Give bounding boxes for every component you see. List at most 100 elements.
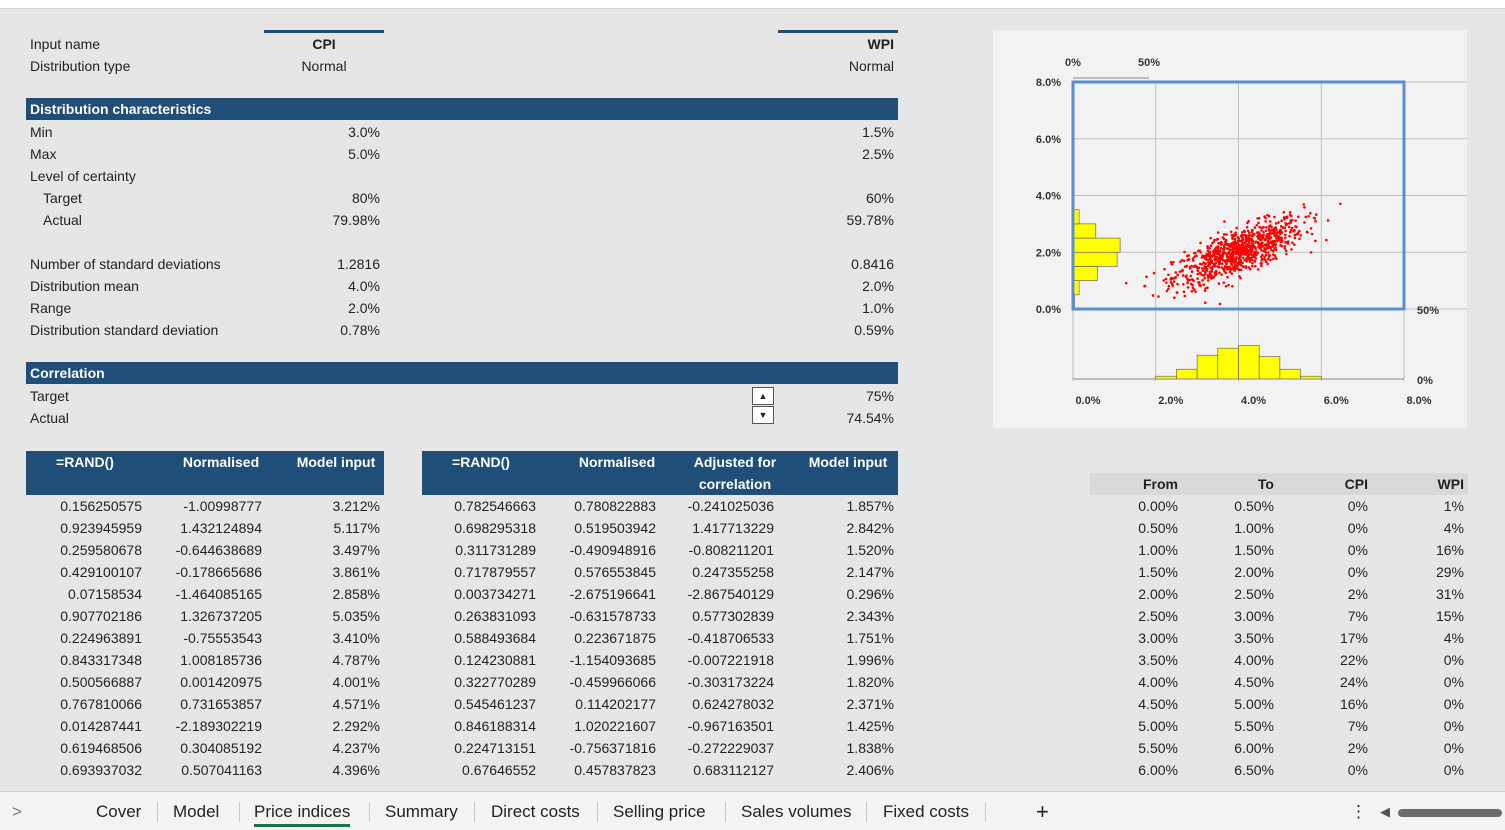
cpi-normalised-cell[interactable]: 0.507041163 [146, 759, 262, 781]
wpi-model-input-cell[interactable]: 1.996% [778, 649, 894, 671]
freq-to-cell[interactable]: 1.50% [1180, 539, 1274, 561]
wpi-normalised-cell[interactable]: -1.154093685 [540, 649, 656, 671]
freq-wpi-cell[interactable]: 0% [1370, 671, 1464, 693]
cpi-rand-cell[interactable]: 0.07158534 [26, 583, 142, 605]
cpi-rand-cell[interactable]: 0.014287441 [26, 715, 142, 737]
wpi-rand-cell[interactable]: 0.698295318 [420, 517, 536, 539]
cpi-model-input-cell[interactable]: 3.497% [264, 539, 380, 561]
cpi-rand-cell[interactable]: 0.429100107 [26, 561, 142, 583]
freq-cpi-cell[interactable]: 2% [1276, 583, 1368, 605]
tab-sales-volumes[interactable]: Sales volumes [741, 800, 852, 824]
cpi-rand-cell[interactable]: 0.693937032 [26, 759, 142, 781]
wpi-rand-cell[interactable]: 0.846188314 [420, 715, 536, 737]
wpi-model-input-cell[interactable]: 1.820% [778, 671, 894, 693]
cpi-rand-cell[interactable]: 0.907702186 [26, 605, 142, 627]
freq-to-cell[interactable]: 3.00% [1180, 605, 1274, 627]
freq-to-cell[interactable]: 4.00% [1180, 649, 1274, 671]
freq-from-cell[interactable]: 4.50% [1090, 693, 1178, 715]
wpi-nsd[interactable]: 0.8416 [778, 253, 894, 275]
cpi-rand-cell[interactable]: 0.923945959 [26, 517, 142, 539]
tab-model[interactable]: Model [173, 800, 219, 824]
wpi-normalised-cell[interactable]: -0.631578733 [540, 605, 656, 627]
spin-up-button[interactable]: ▲ [752, 387, 774, 405]
cpi-min[interactable]: 3.0% [264, 121, 380, 143]
tab-direct-costs[interactable]: Direct costs [491, 800, 580, 824]
freq-from-cell[interactable]: 5.50% [1090, 737, 1178, 759]
wpi-adjusted-cell[interactable]: -0.007221918 [658, 649, 774, 671]
cpi-model-input-cell[interactable]: 4.787% [264, 649, 380, 671]
wpi-adjusted-cell[interactable]: 0.577302839 [658, 605, 774, 627]
cpi-range[interactable]: 2.0% [264, 297, 380, 319]
freq-from-cell[interactable]: 4.00% [1090, 671, 1178, 693]
cpi-normalised-cell[interactable]: -1.00998777 [146, 495, 262, 517]
wpi-model-input-cell[interactable]: 1.838% [778, 737, 894, 759]
wpi-normalised-cell[interactable]: 0.114202177 [540, 693, 656, 715]
wpi-adjusted-cell[interactable]: 0.247355258 [658, 561, 774, 583]
freq-cpi-cell[interactable]: 0% [1276, 539, 1368, 561]
cpi-max[interactable]: 5.0% [264, 143, 380, 165]
cpi-normalised-cell[interactable]: 1.326737205 [146, 605, 262, 627]
wpi-model-input-cell[interactable]: 1.425% [778, 715, 894, 737]
wpi-mean[interactable]: 2.0% [778, 275, 894, 297]
cpi-model-input-cell[interactable]: 3.212% [264, 495, 380, 517]
freq-to-cell[interactable]: 4.50% [1180, 671, 1274, 693]
cpi-rand-cell[interactable]: 0.767810066 [26, 693, 142, 715]
cpi-target[interactable]: 80% [264, 187, 380, 209]
wpi-normalised-cell[interactable]: -0.490948916 [540, 539, 656, 561]
wpi-adjusted-cell[interactable]: 1.417713229 [658, 517, 774, 539]
wpi-model-input-cell[interactable]: 2.147% [778, 561, 894, 583]
cpi-normalised-cell[interactable]: -0.644638689 [146, 539, 262, 561]
freq-wpi-cell[interactable]: 0% [1370, 759, 1464, 781]
tab-price-indices[interactable]: Price indices [254, 800, 351, 827]
freq-from-cell[interactable]: 3.00% [1090, 627, 1178, 649]
wpi-normalised-cell[interactable]: 0.223671875 [540, 627, 656, 649]
freq-to-cell[interactable]: 5.50% [1180, 715, 1274, 737]
wpi-normalised-cell[interactable]: -0.459966066 [540, 671, 656, 693]
wpi-target[interactable]: 60% [778, 187, 894, 209]
wpi-model-input-cell[interactable]: 2.371% [778, 693, 894, 715]
cpi-normalised-cell[interactable]: -1.464085165 [146, 583, 262, 605]
wpi-model-input-cell[interactable]: 2.406% [778, 759, 894, 781]
wpi-normalised-cell[interactable]: 0.576553845 [540, 561, 656, 583]
correlation-target[interactable]: 75% [778, 385, 894, 407]
freq-wpi-cell[interactable]: 31% [1370, 583, 1464, 605]
wpi-adjusted-cell[interactable]: -0.808211201 [658, 539, 774, 561]
wpi-normalised-cell[interactable]: -2.675196641 [540, 583, 656, 605]
freq-wpi-cell[interactable]: 15% [1370, 605, 1464, 627]
freq-from-cell[interactable]: 3.50% [1090, 649, 1178, 671]
correlation-actual[interactable]: 74.54% [778, 407, 894, 429]
wpi-rand-cell[interactable]: 0.224713151 [420, 737, 536, 759]
freq-cpi-cell[interactable]: 0% [1276, 517, 1368, 539]
freq-from-cell[interactable]: 0.00% [1090, 495, 1178, 517]
cpi-model-input-cell[interactable]: 4.237% [264, 737, 380, 759]
spin-down-button[interactable]: ▼ [752, 406, 774, 424]
cpi-nsd[interactable]: 1.2816 [264, 253, 380, 275]
cpi-model-input-cell[interactable]: 2.858% [264, 583, 380, 605]
wpi-normalised-cell[interactable]: 0.457837823 [540, 759, 656, 781]
wpi-rand-cell[interactable]: 0.322770289 [420, 671, 536, 693]
freq-from-cell[interactable]: 6.00% [1090, 759, 1178, 781]
wpi-max[interactable]: 2.5% [778, 143, 894, 165]
freq-wpi-cell[interactable]: 0% [1370, 649, 1464, 671]
freq-cpi-cell[interactable]: 0% [1276, 759, 1368, 781]
sheets-arrow-icon[interactable]: > [12, 800, 22, 824]
freq-wpi-cell[interactable]: 4% [1370, 627, 1464, 649]
cpi-rand-cell[interactable]: 0.843317348 [26, 649, 142, 671]
cpi-sd[interactable]: 0.78% [264, 319, 380, 341]
cpi-normalised-cell[interactable]: 0.731653857 [146, 693, 262, 715]
cpi-model-input-cell[interactable]: 2.292% [264, 715, 380, 737]
freq-wpi-cell[interactable]: 16% [1370, 539, 1464, 561]
cpi-actual[interactable]: 79.98% [264, 209, 380, 231]
wpi-rand-cell[interactable]: 0.263831093 [420, 605, 536, 627]
wpi-rand-cell[interactable]: 0.311731289 [420, 539, 536, 561]
freq-from-cell[interactable]: 5.00% [1090, 715, 1178, 737]
freq-cpi-cell[interactable]: 16% [1276, 693, 1368, 715]
cpi-type[interactable]: Normal [264, 55, 384, 77]
freq-from-cell[interactable]: 2.50% [1090, 605, 1178, 627]
wpi-model-input-cell[interactable]: 1.857% [778, 495, 894, 517]
cpi-model-input-cell[interactable]: 5.035% [264, 605, 380, 627]
freq-wpi-cell[interactable]: 4% [1370, 517, 1464, 539]
tab-cover[interactable]: Cover [96, 800, 141, 824]
cpi-normalised-cell[interactable]: -0.75553543 [146, 627, 262, 649]
wpi-rand-cell[interactable]: 0.782546663 [420, 495, 536, 517]
